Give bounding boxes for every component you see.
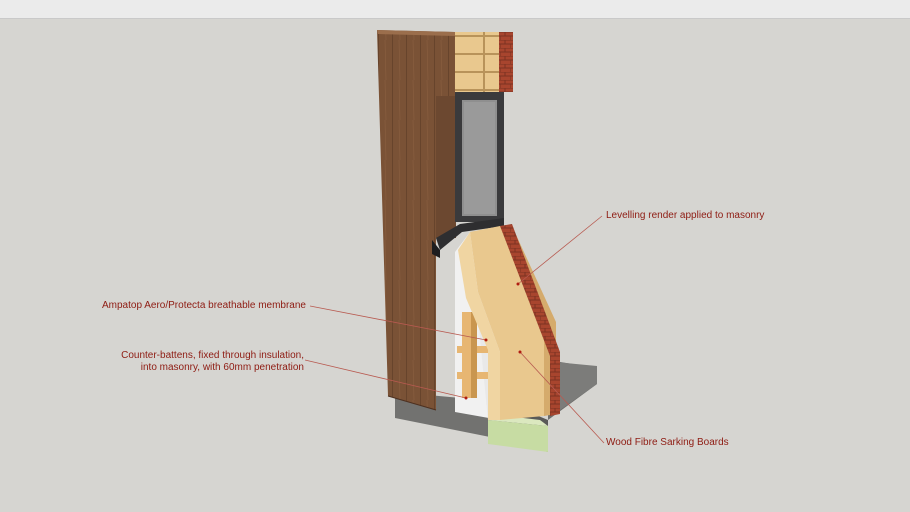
masonry-blocks-upper <box>455 32 513 94</box>
label-counter-battens-line2: into masonry, with 60mm penetration <box>140 362 304 373</box>
wall-section-diagram <box>304 30 605 452</box>
label-levelling-render: Levelling render applied to masonry <box>606 210 765 221</box>
window <box>455 92 504 222</box>
timber-cladding <box>377 30 456 411</box>
label-wood-fibre: Wood Fibre Sarking Boards <box>606 437 729 448</box>
label-counter-battens-line1: Counter-battens, fixed through insulatio… <box>121 350 304 361</box>
label-counter-battens: Counter-battens, fixed through insulatio… <box>100 350 304 374</box>
label-membrane: Ampatop Aero/Protecta breathable membran… <box>101 300 306 311</box>
